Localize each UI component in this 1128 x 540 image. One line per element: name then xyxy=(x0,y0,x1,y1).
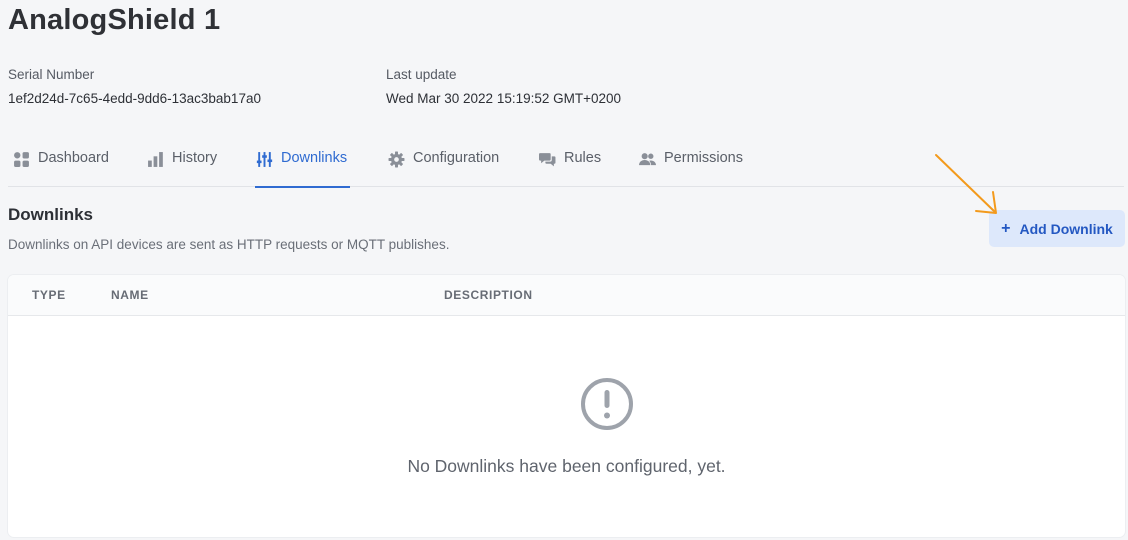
gear-icon xyxy=(387,150,405,168)
last-update-block: Last update Wed Mar 30 2022 15:19:52 GMT… xyxy=(386,67,621,106)
serial-number-label: Serial Number xyxy=(8,67,95,82)
sliders-icon xyxy=(255,150,273,168)
tab-downlinks-label: Downlinks xyxy=(281,150,348,166)
tab-history[interactable]: History xyxy=(146,142,217,187)
table-header: TYPE NAME DESCRIPTION xyxy=(8,275,1125,316)
column-header-description[interactable]: DESCRIPTION xyxy=(444,288,533,302)
serial-number-block: Serial Number 1ef2d24d-7c65-4edd-9dd6-13… xyxy=(8,67,261,106)
section-description: Downlinks on API devices are sent as HTT… xyxy=(8,237,450,252)
device-page: AnalogShield 1 Serial Number 1ef2d24d-7c… xyxy=(0,0,1128,540)
tab-downlinks[interactable]: Downlinks xyxy=(255,142,351,188)
tab-rules[interactable]: Rules xyxy=(538,142,601,187)
dashboard-icon xyxy=(12,150,30,168)
exclamation-circle-icon xyxy=(581,378,633,430)
tab-rules-label: Rules xyxy=(564,150,602,166)
tab-configuration[interactable]: Configuration xyxy=(387,142,499,187)
tab-dashboard-label: Dashboard xyxy=(38,150,109,166)
empty-state-message: No Downlinks have been configured, yet. xyxy=(407,456,726,476)
section-title: Downlinks xyxy=(8,205,94,224)
plus-icon: + xyxy=(1001,219,1011,237)
downlinks-table: TYPE NAME DESCRIPTION No Downlinks have … xyxy=(8,275,1125,537)
column-header-type[interactable]: TYPE xyxy=(32,288,66,302)
add-downlink-label: Add Downlink xyxy=(1019,220,1113,237)
tab-permissions[interactable]: Permissions xyxy=(638,142,743,187)
add-downlink-button[interactable]: + Add Downlink xyxy=(989,210,1125,247)
tab-dashboard[interactable]: Dashboard xyxy=(12,142,109,187)
tab-configuration-label: Configuration xyxy=(413,150,500,166)
column-header-name[interactable]: NAME xyxy=(111,288,149,302)
annotation-arrow-icon xyxy=(935,154,997,214)
page-title: AnalogShield 1 xyxy=(8,4,221,36)
users-icon xyxy=(638,150,656,168)
tab-permissions-label: Permissions xyxy=(664,150,743,166)
tab-history-label: History xyxy=(172,150,218,166)
bar-chart-icon xyxy=(146,150,164,168)
serial-number-value: 1ef2d24d-7c65-4edd-9dd6-13ac3bab17a0 xyxy=(8,91,261,106)
last-update-label: Last update xyxy=(386,67,457,82)
last-update-value: Wed Mar 30 2022 15:19:52 GMT+0200 xyxy=(386,91,622,106)
chat-bubbles-icon xyxy=(538,150,556,168)
